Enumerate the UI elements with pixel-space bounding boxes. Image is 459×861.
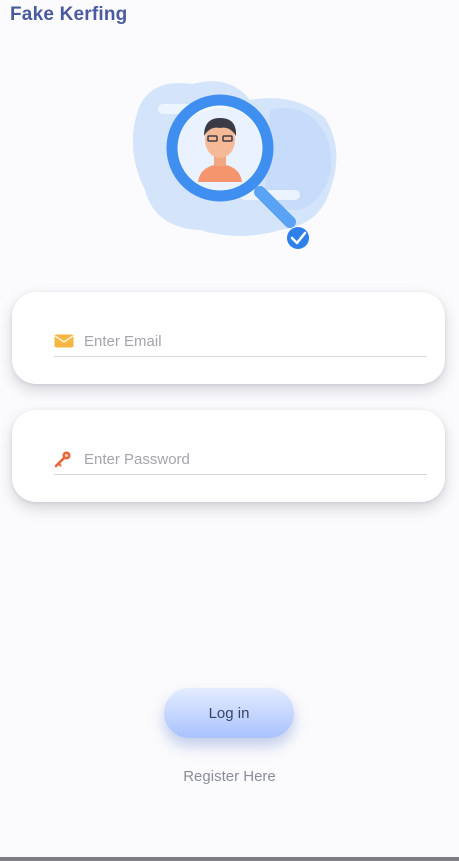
face-search-icon xyxy=(132,81,337,249)
login-button[interactable]: Log in xyxy=(164,688,294,738)
password-field-row xyxy=(54,444,427,475)
app-title: Fake Kerfing xyxy=(10,4,128,25)
bottom-divider xyxy=(0,857,459,861)
key-icon xyxy=(54,448,82,470)
register-link[interactable]: Register Here xyxy=(0,768,459,785)
password-card xyxy=(12,410,445,502)
email-icon xyxy=(54,330,82,352)
email-field-row xyxy=(54,326,427,357)
password-field[interactable] xyxy=(82,450,427,468)
email-card xyxy=(12,292,445,384)
face-search-illustration xyxy=(120,70,342,255)
email-field[interactable] xyxy=(82,332,427,350)
